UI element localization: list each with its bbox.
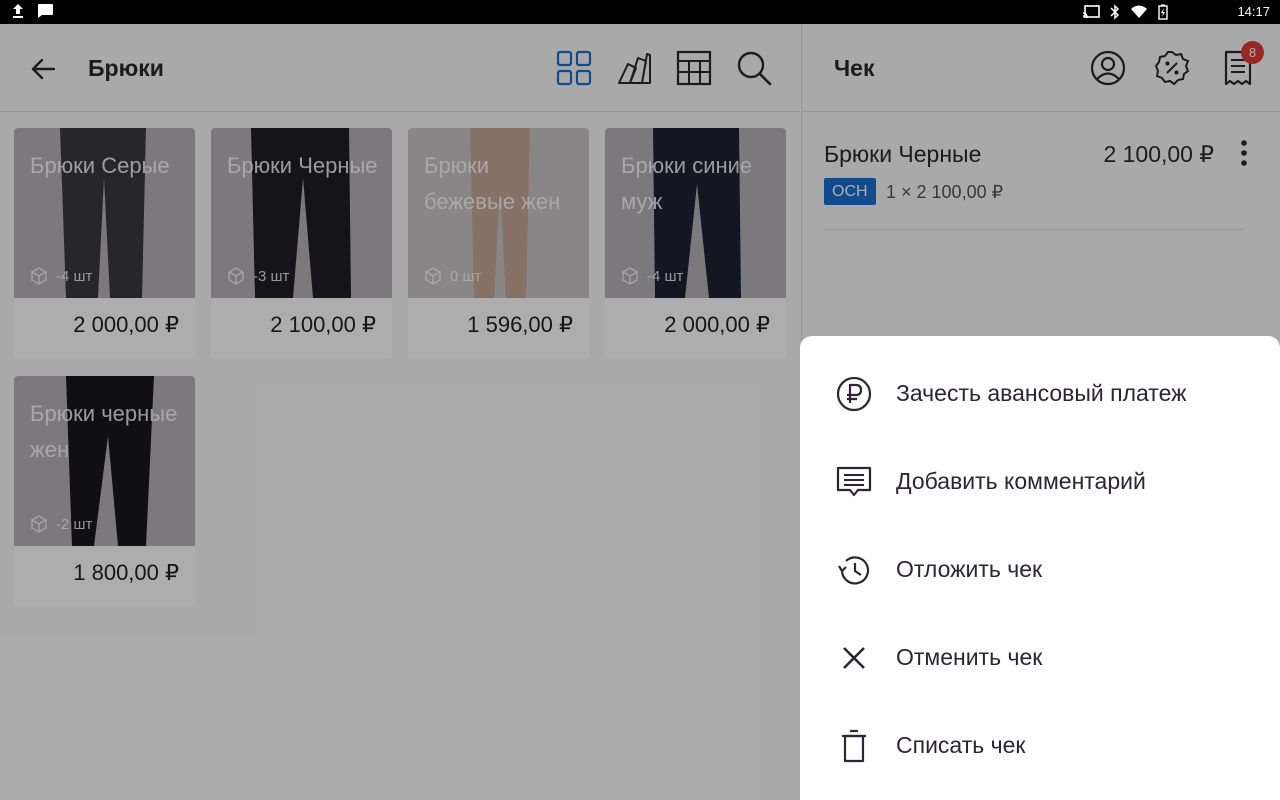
wifi-icon	[1131, 5, 1147, 18]
bluetooth-icon	[1110, 4, 1120, 20]
menu-item-postpone-receipt[interactable]: Отложить чек	[800, 524, 1280, 612]
status-time: 14:17	[1237, 4, 1270, 19]
menu-item-label: Отложить чек	[896, 556, 1043, 582]
comment-icon	[836, 466, 872, 497]
menu-item-cancel-receipt[interactable]: Отменить чек	[800, 612, 1280, 700]
menu-item-label: Списать чек	[896, 732, 1026, 758]
menu-item-write-off-receipt[interactable]: Списать чек	[800, 700, 1280, 788]
cast-icon	[1082, 5, 1100, 19]
message-icon	[38, 4, 53, 18]
menu-item-label: Отменить чек	[896, 644, 1043, 670]
menu-item-label: Зачесть авансовый платеж	[896, 380, 1187, 406]
menu-item-label: Добавить комментарий	[896, 468, 1146, 494]
close-icon	[843, 647, 865, 669]
upload-icon	[13, 4, 23, 18]
battery-icon	[1158, 4, 1168, 20]
trash-icon	[842, 729, 866, 763]
ruble-circle-icon	[836, 376, 872, 412]
actions-bottom-sheet: Зачесть авансовый платеж Добавить коммен…	[800, 336, 1280, 800]
menu-item-add-comment[interactable]: Добавить комментарий	[800, 436, 1280, 524]
status-bar: 14:17	[0, 0, 1280, 24]
history-icon	[838, 556, 870, 585]
menu-item-apply-advance[interactable]: Зачесть авансовый платеж	[800, 348, 1280, 436]
